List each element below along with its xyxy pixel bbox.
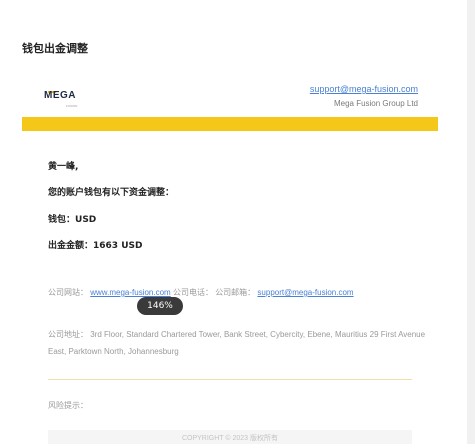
footer-contact-row: 公司网站： www.mega-fusion.com 公司电话： 公司邮箱： su… bbox=[48, 284, 428, 301]
footer-email-link[interactable]: support@mega-fusion.com bbox=[257, 288, 353, 297]
website-label: 公司网站： bbox=[48, 288, 88, 297]
footer-divider bbox=[48, 379, 412, 380]
amount-row: 出金金额：1663 USD bbox=[48, 238, 142, 251]
amount-value: 1663 USD bbox=[93, 241, 143, 251]
wallet-value: USD bbox=[75, 215, 97, 225]
intro-text: 您的账户钱包有以下资金调整： bbox=[48, 188, 175, 198]
header-company-name: Mega Fusion Group Ltd bbox=[333, 99, 418, 108]
zoom-level-badge: 146% bbox=[137, 297, 183, 315]
greeting: 黄一峰, bbox=[48, 162, 79, 172]
mega-fusion-logo: MEGA bbox=[44, 90, 76, 101]
wallet-row: 钱包：USD bbox=[48, 212, 96, 225]
phone-label: 公司电话： bbox=[172, 288, 213, 297]
copyright-bar: COPYRIGHT © 2023 版权所有 bbox=[48, 430, 412, 444]
address-label: 公司地址： bbox=[48, 330, 88, 339]
risk-warning-label: 风险提示： bbox=[48, 401, 88, 410]
email-subject: 钱包出金调整 bbox=[22, 42, 88, 55]
header-support-email-link[interactable]: support@mega-fusion.com bbox=[310, 84, 418, 94]
brand-banner-bar bbox=[22, 117, 438, 131]
logo-subtext: FUSION bbox=[66, 104, 78, 108]
right-edge-panel bbox=[467, 0, 475, 444]
footer-address-row: 公司地址： 3rd Floor, Standard Chartered Towe… bbox=[48, 326, 428, 360]
amount-label: 出金金额： bbox=[48, 241, 94, 251]
wallet-label: 钱包： bbox=[48, 215, 76, 225]
email-label: 公司邮箱： bbox=[215, 288, 256, 297]
website-link[interactable]: www.mega-fusion.com bbox=[90, 288, 170, 297]
address-value: 3rd Floor, Standard Chartered Tower, Ban… bbox=[48, 330, 426, 356]
